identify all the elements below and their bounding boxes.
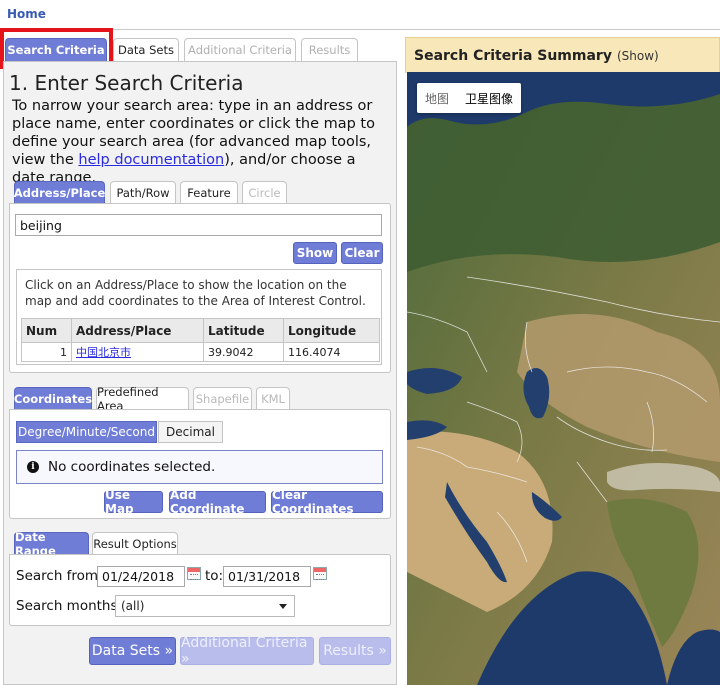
search-criteria-summary-header: Search Criteria Summary (Show) <box>405 37 720 73</box>
tab-circle[interactable]: Circle <box>242 181 287 203</box>
satellite-map[interactable] <box>407 72 720 685</box>
help-documentation-link[interactable]: help documentation <box>78 152 224 168</box>
map-type-control: 地图 卫星图像 <box>417 83 522 113</box>
tab-additional-criteria[interactable]: Additional Criteria <box>184 38 296 61</box>
show-button[interactable]: Show <box>293 242 337 264</box>
info-icon: i <box>27 461 39 473</box>
summary-show-link[interactable]: (Show) <box>617 49 659 63</box>
column-header-address: Address/Place <box>71 318 204 343</box>
date-to-input[interactable]: 01/31/2018 <box>223 566 311 587</box>
home-link[interactable]: Home <box>7 7 46 21</box>
column-header-longitude: Longitude <box>283 318 380 343</box>
tab-address-place[interactable]: Address/Place <box>14 181 105 203</box>
cell-num: 1 <box>21 342 72 362</box>
tab-feature[interactable]: Feature <box>180 181 238 203</box>
data-sets-button[interactable]: Data Sets » <box>89 637 176 665</box>
cell-longitude: 116.4074 <box>283 342 380 362</box>
intro-text: To narrow your search area: type in an a… <box>12 97 392 187</box>
tab-data-sets[interactable]: Data Sets <box>113 38 179 61</box>
tab-path-row[interactable]: Path/Row <box>110 181 176 203</box>
map-type-map-button[interactable]: 地图 <box>417 83 457 113</box>
search-months-label: Search months: <box>16 598 123 614</box>
date-from-input[interactable]: 01/24/2018 <box>97 566 185 587</box>
address-results-box: Click on an Address/Place to show the lo… <box>16 269 382 365</box>
use-map-button[interactable]: Use Map <box>104 488 163 516</box>
no-coordinates-text: No coordinates selected. <box>48 459 216 475</box>
tab-date-range[interactable]: Date Range <box>14 530 89 558</box>
add-coordinate-button[interactable]: Add Coordinate <box>169 488 266 516</box>
tab-search-criteria[interactable]: Search Criteria <box>5 38 107 61</box>
no-coordinates-message: i No coordinates selected. <box>16 450 383 484</box>
summary-title: Search Criteria Summary <box>414 47 612 64</box>
clear-button[interactable]: Clear <box>341 242 383 264</box>
degree-minute-second-option[interactable]: Degree/Minute/Second <box>16 421 157 443</box>
results-button[interactable]: Results » <box>319 637 391 665</box>
tab-result-options[interactable]: Result Options <box>92 532 178 554</box>
column-header-latitude: Latitude <box>203 318 284 343</box>
cell-place: 中国北京市 <box>71 342 204 362</box>
clear-coordinates-button[interactable]: Clear Coordinates <box>271 488 383 516</box>
address-search-input[interactable]: beijing <box>15 214 382 236</box>
top-navigation-bar: Home <box>0 0 720 30</box>
additional-criteria-button[interactable]: Additional Criteria » <box>180 635 314 667</box>
map-imagery <box>407 72 720 685</box>
table-row: 1 中国北京市 39.9042 116.4074 <box>21 342 380 362</box>
search-months-select[interactable]: (all) <box>115 595 295 617</box>
tab-results[interactable]: Results <box>301 38 358 61</box>
tab-shapefile[interactable]: Shapefile <box>193 387 252 409</box>
search-from-label: Search from: <box>16 568 103 584</box>
tab-predefined-area[interactable]: Predefined Area <box>96 385 189 413</box>
search-months-value: (all) <box>121 599 145 613</box>
tab-kml[interactable]: KML <box>256 387 290 409</box>
decimal-option[interactable]: Decimal <box>158 421 223 443</box>
to-label: to: <box>205 568 224 584</box>
map-type-satellite-button[interactable]: 卫星图像 <box>457 83 521 113</box>
cell-latitude: 39.9042 <box>203 342 284 362</box>
address-results-table: Num Address/Place Latitude Longitude 1 中… <box>21 318 380 362</box>
address-hint-text: Click on an Address/Place to show the lo… <box>25 278 366 308</box>
place-link[interactable]: 中国北京市 <box>76 346 131 359</box>
table-header-row: Num Address/Place Latitude Longitude <box>21 318 380 343</box>
tab-coordinates[interactable]: Coordinates <box>14 387 92 409</box>
column-header-num: Num <box>21 318 72 343</box>
page-title: 1. Enter Search Criteria <box>9 71 244 95</box>
calendar-to-icon[interactable] <box>313 567 327 580</box>
calendar-from-icon[interactable] <box>187 567 201 580</box>
chevron-down-icon <box>279 604 287 609</box>
